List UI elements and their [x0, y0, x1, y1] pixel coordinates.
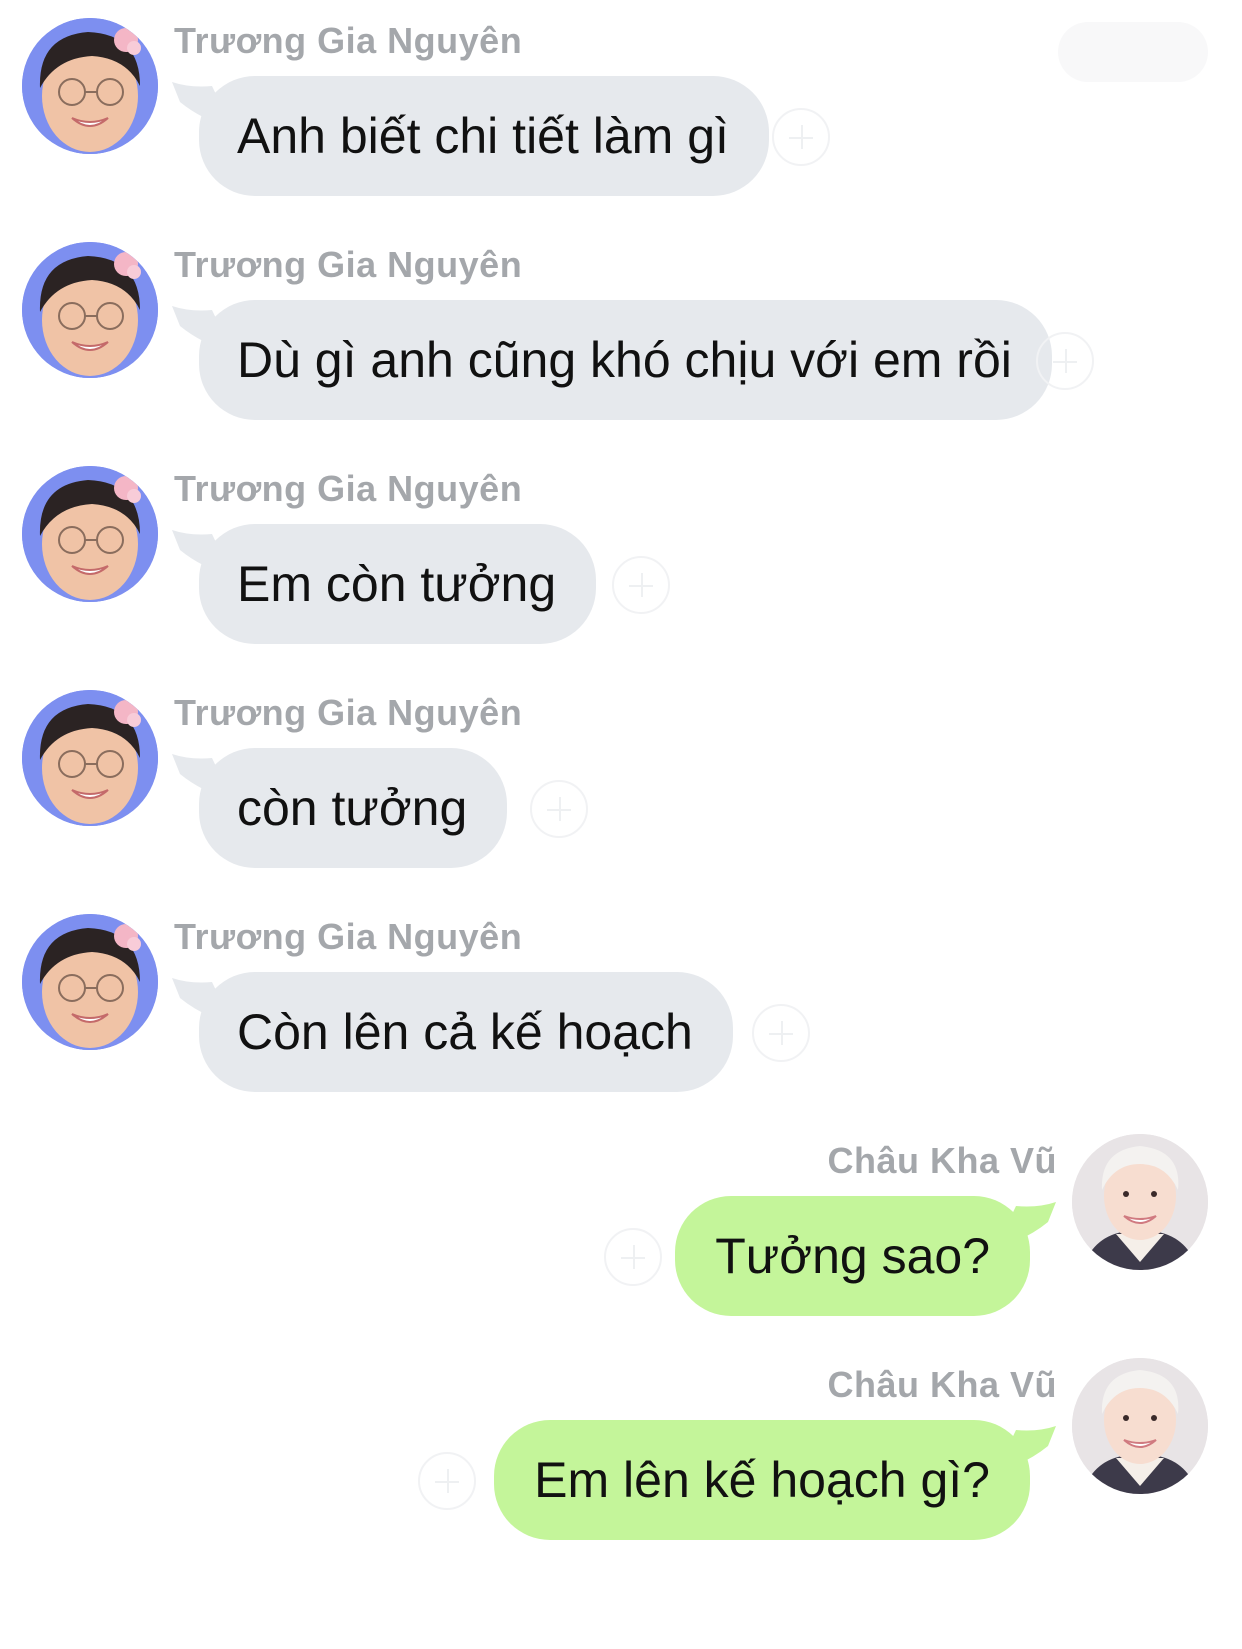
sender-avatar[interactable] — [22, 18, 158, 154]
add-reaction-icon[interactable] — [418, 1452, 476, 1510]
sender-avatar[interactable] — [22, 690, 158, 826]
message-row: Trương Gia Nguyên còn tưởng — [0, 672, 1242, 904]
sender-name: Châu Kha Vũ — [827, 1140, 1057, 1181]
message-row: Trương Gia Nguyên Em còn tưởng — [0, 448, 1242, 680]
add-reaction-icon[interactable] — [772, 108, 830, 166]
sender-avatar[interactable] — [1072, 1358, 1208, 1494]
sender-name: Trương Gia Nguyên — [174, 916, 523, 957]
message-row: Trương Gia Nguyên Dù gì anh cũng khó chị… — [0, 224, 1242, 456]
message-row: Châu Kha Vũ Tưởng sao? — [0, 1120, 1242, 1352]
sender-name: Trương Gia Nguyên — [174, 20, 523, 61]
sender-name: Trương Gia Nguyên — [174, 244, 523, 285]
add-reaction-icon[interactable] — [604, 1228, 662, 1286]
sender-name: Châu Kha Vũ — [827, 1364, 1057, 1405]
sender-avatar[interactable] — [22, 242, 158, 378]
message-row: Châu Kha Vũ Em lên kế hoạch gì? — [0, 1344, 1242, 1576]
add-reaction-icon[interactable] — [1036, 332, 1094, 390]
add-reaction-icon[interactable] — [612, 556, 670, 614]
message-bubble[interactable]: Tưởng sao? — [675, 1196, 1030, 1316]
message-row: Trương Gia Nguyên Còn lên cả kế hoạch — [0, 896, 1242, 1128]
message-bubble[interactable]: Em lên kế hoạch gì? — [494, 1420, 1030, 1540]
message-bubble[interactable]: Em còn tưởng — [199, 524, 597, 644]
sender-avatar[interactable] — [22, 914, 158, 1050]
message-row: Trương Gia Nguyên Anh biết chi tiết làm … — [0, 0, 1242, 232]
add-reaction-icon[interactable] — [530, 780, 588, 838]
add-reaction-icon[interactable] — [752, 1004, 810, 1062]
message-bubble[interactable]: còn tưởng — [199, 748, 508, 868]
sender-name: Trương Gia Nguyên — [174, 692, 523, 733]
message-bubble[interactable]: Còn lên cả kế hoạch — [199, 972, 733, 1092]
sender-avatar[interactable] — [1072, 1134, 1208, 1270]
sender-name: Trương Gia Nguyên — [174, 468, 523, 509]
message-bubble[interactable]: Dù gì anh cũng khó chịu với em rồi — [199, 300, 1052, 420]
message-bubble[interactable]: Anh biết chi tiết làm gì — [199, 76, 769, 196]
sender-avatar[interactable] — [22, 466, 158, 602]
